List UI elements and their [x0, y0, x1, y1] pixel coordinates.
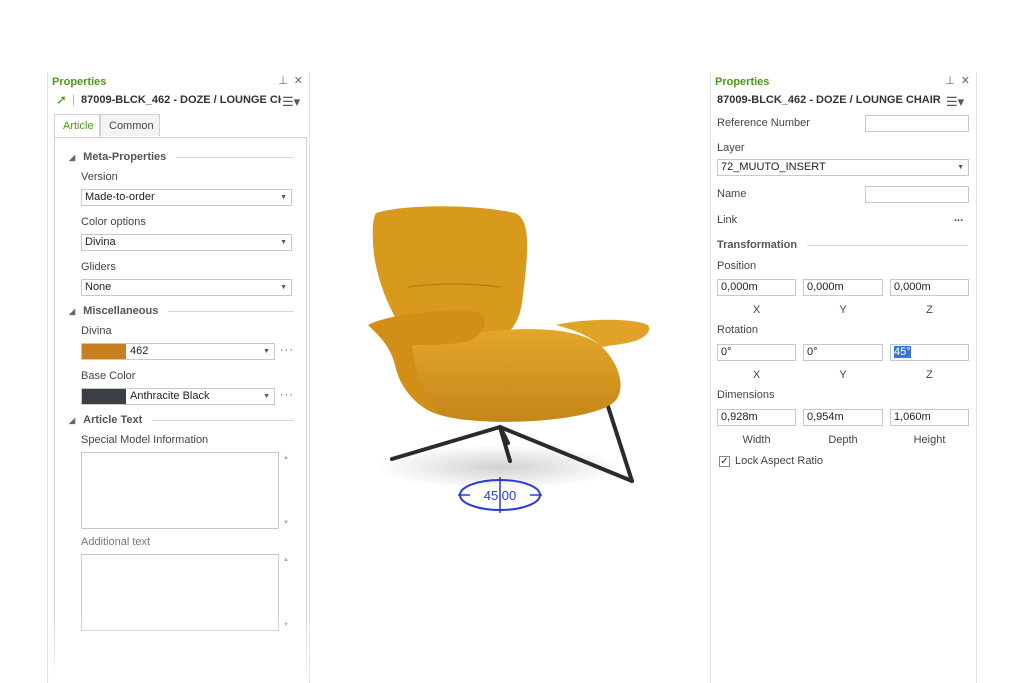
position-y-input[interactable]: 0,000m: [803, 279, 883, 296]
panel-title: Properties: [715, 76, 770, 88]
base-color-label: Base Color: [81, 370, 136, 382]
right-properties-panel: Properties ⊥ ✕ 87009-BLCK_462 - DOZE / LO…: [710, 72, 977, 683]
depth-label: Depth: [828, 434, 858, 446]
color-options-select[interactable]: Divina ▼: [81, 234, 292, 251]
pin-icon[interactable]: ⊥: [945, 75, 955, 87]
position-x-input[interactable]: 0,000m: [717, 279, 796, 296]
collapse-triangle-icon: ◢: [69, 306, 76, 316]
tab-common[interactable]: Common: [100, 114, 160, 136]
menu-icon[interactable]: ☰▾: [946, 94, 964, 110]
more-options-button[interactable]: ···: [280, 388, 294, 403]
divina-select[interactable]: 462 ▼ ···: [81, 343, 293, 360]
dimension-width-input[interactable]: 0,928m: [717, 409, 796, 426]
lock-aspect-label: Lock Aspect Ratio: [735, 455, 824, 467]
axis-x-label: X: [752, 304, 761, 316]
article-tab-content: ◢ Meta-Properties Version Made-to-order …: [54, 137, 307, 683]
name-input[interactable]: [865, 186, 969, 203]
close-icon[interactable]: ✕: [294, 75, 303, 87]
left-properties-panel: Properties ⊥ ✕ ➚ | 87009-BLCK_462 - DOZE …: [47, 72, 310, 683]
height-label: Height: [913, 434, 946, 446]
base-color-swatch: [82, 389, 126, 404]
axis-y-label: Y: [839, 304, 847, 316]
rotation-z-input[interactable]: 45°: [890, 344, 969, 361]
lock-aspect-checkbox[interactable]: ✓: [719, 456, 730, 467]
version-label: Version: [81, 171, 118, 183]
link-label: Link: [717, 214, 738, 226]
collapse-triangle-icon: ◢: [69, 152, 76, 162]
name-label: Name: [717, 188, 747, 200]
more-options-button[interactable]: ···: [280, 343, 294, 358]
pin-icon[interactable]: ⊥: [278, 75, 288, 87]
panel-title: Properties: [52, 76, 107, 88]
width-label: Width: [742, 434, 771, 446]
section-transformation: Transformation: [717, 239, 968, 251]
axis-z-label: Z: [926, 304, 933, 316]
scroll-up-icon[interactable]: ▲: [283, 557, 289, 563]
article-name: 87009-BLCK_462 - DOZE / LOUNGE CHAIR: [717, 94, 941, 106]
article-name: 87009-BLCK_462 - DOZE / LOUNGE CH...: [81, 94, 281, 106]
chevron-down-icon: ▼: [263, 393, 270, 400]
section-miscellaneous[interactable]: ◢ Miscellaneous: [69, 305, 294, 317]
menu-icon[interactable]: ☰▾: [282, 94, 300, 110]
divina-color-swatch: [82, 344, 126, 359]
chevron-down-icon: ▼: [280, 239, 287, 246]
special-info-textarea[interactable]: ▲ ▼: [81, 452, 289, 529]
chevron-down-icon: ▼: [957, 164, 964, 171]
special-info-label: Special Model Information: [81, 434, 209, 446]
divina-label: Divina: [81, 325, 112, 337]
chevron-down-icon: ▼: [280, 194, 287, 201]
layer-select[interactable]: 72_MUUTO_INSERT ▼: [717, 159, 969, 176]
chair-3d-model[interactable]: 45,00: [360, 195, 660, 525]
rotation-x-input[interactable]: 0°: [717, 344, 796, 361]
scroll-up-icon[interactable]: ▲: [283, 455, 289, 461]
scroll-down-icon[interactable]: ▼: [283, 520, 289, 526]
axis-z-label: Z: [926, 369, 933, 381]
base-color-select[interactable]: Anthracite Black ▼ ···: [81, 388, 293, 405]
additional-text-label: Additional text: [81, 536, 151, 548]
axis-x-label: X: [752, 369, 761, 381]
layer-label: Layer: [717, 142, 745, 154]
chevron-down-icon: ▼: [263, 348, 270, 355]
dimensions-label: Dimensions: [717, 389, 775, 401]
rotation-label: Rotation: [717, 324, 758, 336]
position-label: Position: [717, 260, 757, 272]
close-icon[interactable]: ✕: [961, 75, 970, 87]
link-options-button[interactable]: ...: [954, 212, 963, 224]
divider: |: [72, 94, 75, 106]
collapse-triangle-icon: ◢: [69, 415, 76, 425]
version-select[interactable]: Made-to-order ▼: [81, 189, 292, 206]
gliders-label: Gliders: [81, 261, 116, 273]
dimension-depth-input[interactable]: 0,954m: [803, 409, 883, 426]
reference-number-input[interactable]: [865, 115, 969, 132]
edit-arrow-icon: ➚: [56, 92, 67, 107]
gliders-select[interactable]: None ▼: [81, 279, 292, 296]
rotation-y-input[interactable]: 0°: [803, 344, 883, 361]
section-meta-properties[interactable]: ◢ Meta-Properties: [69, 151, 294, 163]
scroll-down-icon[interactable]: ▼: [283, 622, 289, 628]
chevron-down-icon: ▼: [280, 284, 287, 291]
section-article-text[interactable]: ◢ Article Text: [69, 414, 294, 426]
reference-number-label: Reference Number: [717, 117, 810, 129]
axis-y-label: Y: [839, 369, 847, 381]
position-z-input[interactable]: 0,000m: [890, 279, 969, 296]
additional-text-textarea[interactable]: ▲ ▼: [81, 554, 289, 631]
rotation-value: 45,00: [484, 488, 517, 503]
color-options-label: Color options: [81, 216, 146, 228]
dimension-height-input[interactable]: 1,060m: [890, 409, 969, 426]
tab-article[interactable]: Article: [54, 114, 100, 138]
